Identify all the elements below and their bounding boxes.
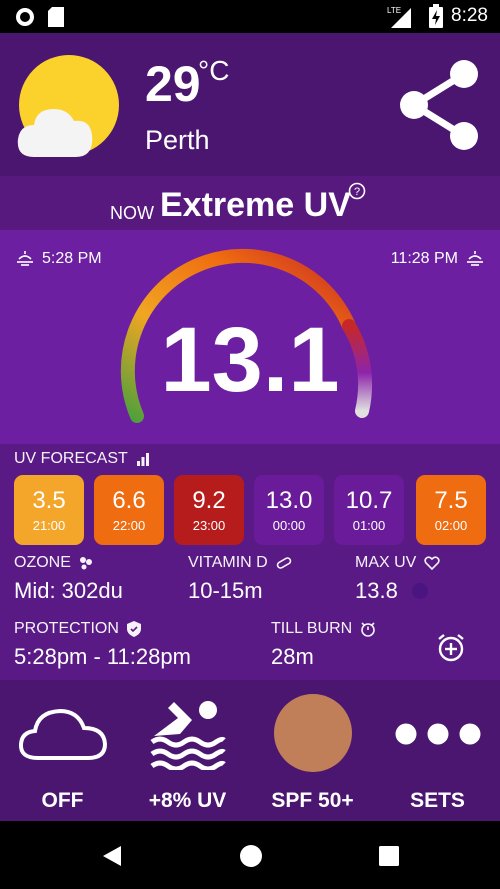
max-uv-stat: MAX UV 13.8: [355, 554, 441, 604]
protection-stat: PROTECTION 5:28pm - 11:28pm: [14, 620, 191, 670]
forecast-title: UV FORECAST: [14, 450, 150, 468]
notification-icon: [16, 8, 34, 26]
forecast-value: 10.7: [345, 487, 393, 514]
forecast-value: 6.6: [112, 487, 146, 514]
cloud-outline-icon: [18, 708, 108, 760]
spf-button[interactable]: SPF 50+: [250, 680, 375, 821]
sd-card-icon: [48, 7, 64, 27]
forecast-time: 00:00: [272, 518, 306, 533]
protection-value: 5:28pm - 11:28pm: [14, 644, 191, 669]
uv-status: Extreme UV: [160, 186, 351, 224]
max-uv-dot: [411, 583, 428, 599]
vitamin-d-stat: VITAMIN D 10-15m: [188, 554, 292, 604]
status-bar: LTE 8:28: [0, 0, 500, 33]
sunrise: 5:28 PM: [16, 250, 102, 268]
heart-icon[interactable]: [424, 556, 441, 570]
ozone-icon: [79, 557, 92, 570]
spf-label: SPF 50+: [271, 789, 354, 812]
add-alarm-icon[interactable]: [436, 633, 466, 663]
weather-header: 29 °C Perth: [0, 33, 500, 176]
now-label: NOW: [110, 203, 154, 223]
sets-label: SETS: [410, 789, 465, 812]
sunset-icon: [467, 251, 483, 266]
recents-icon[interactable]: [378, 845, 400, 867]
forecast-item[interactable]: 7.5 02:00: [416, 475, 486, 545]
forecast-item[interactable]: 10.7 01:00: [334, 475, 404, 545]
now-bar: NOW Extreme UV ?: [0, 176, 500, 230]
help-icon[interactable]: ?: [348, 182, 366, 200]
city-name[interactable]: Perth: [145, 125, 210, 156]
share-icon[interactable]: [398, 59, 480, 151]
temperature-unit: °C: [198, 55, 230, 86]
vitamin-d-label: VITAMIN D: [188, 554, 268, 571]
more-dots-icon: [395, 723, 481, 745]
lte-signal-icon: LTE: [387, 6, 412, 28]
uv-info-panel: UV FORECAST 3.5 21:00 6.6 22:00 9.2 23:0…: [0, 444, 500, 680]
ozone-value: Mid: 302du: [14, 578, 123, 603]
bar-chart-icon[interactable]: [136, 452, 150, 466]
uv-gauge-panel: 5:28 PM 11:28 PM 13.1: [0, 230, 500, 444]
svg-text:LTE: LTE: [387, 6, 401, 15]
sunset-time: 11:28 PM: [390, 250, 458, 267]
skin-tone-swatch: [274, 694, 352, 772]
swim-toggle-label: +8% UV: [148, 789, 227, 812]
sunset: 11:28 PM: [391, 250, 484, 268]
till-burn-value: 28m: [271, 644, 314, 669]
forecast-item[interactable]: 13.0 00:00: [254, 475, 324, 545]
forecast-time: 23:00: [192, 518, 226, 533]
forecast-time: 22:00: [112, 518, 146, 533]
uv-forecast-row: 3.5 21:00 6.6 22:00 9.2 23:00 13.0 00:00…: [14, 475, 486, 545]
home-icon[interactable]: [239, 844, 263, 868]
forecast-time: 21:00: [32, 518, 66, 533]
cloud-toggle-button[interactable]: OFF: [0, 680, 125, 821]
swimming-icon: [150, 701, 226, 770]
protection-label: PROTECTION: [14, 620, 119, 637]
timer-icon: [361, 622, 376, 637]
swim-toggle-button[interactable]: +8% UV: [125, 680, 250, 821]
battery-charging-icon: [429, 4, 444, 28]
android-nav-bar: [0, 821, 500, 889]
cloud-toggle-label: OFF: [41, 789, 84, 812]
max-uv-label: MAX UV: [355, 554, 417, 571]
bottom-actions: OFF +8% UV SPF 50+ SETS: [0, 680, 500, 821]
till-burn-stat: TILL BURN 28m: [271, 620, 376, 670]
forecast-item[interactable]: 6.6 22:00: [94, 475, 164, 545]
forecast-value: 13.0: [265, 487, 313, 514]
forecast-time: 01:00: [352, 518, 386, 533]
clock: 8:28: [451, 5, 488, 26]
forecast-value: 7.5: [434, 487, 468, 514]
sunrise-icon: [17, 251, 33, 266]
vitamin-d-value: 10-15m: [188, 578, 263, 603]
temperature: 29: [145, 56, 201, 112]
partly-cloudy-icon[interactable]: [16, 53, 122, 159]
forecast-time: 02:00: [434, 518, 468, 533]
sets-button[interactable]: SETS: [375, 680, 500, 821]
sunrise-time: 5:28 PM: [42, 250, 102, 267]
till-burn-label: TILL BURN: [271, 620, 353, 637]
pill-icon: [276, 557, 291, 569]
forecast-item[interactable]: 3.5 21:00: [14, 475, 84, 545]
forecast-item[interactable]: 9.2 23:00: [174, 475, 244, 545]
uv-index-value: 13.1: [160, 309, 340, 411]
back-icon[interactable]: [101, 844, 123, 868]
shield-icon: [126, 621, 141, 637]
max-uv-value: 13.8: [355, 578, 398, 603]
forecast-value: 3.5: [32, 487, 66, 514]
forecast-value: 9.2: [192, 487, 226, 514]
ozone-label: OZONE: [14, 554, 71, 571]
svg-text:?: ?: [354, 186, 360, 198]
ozone-stat: OZONE Mid: 302du: [14, 554, 123, 604]
